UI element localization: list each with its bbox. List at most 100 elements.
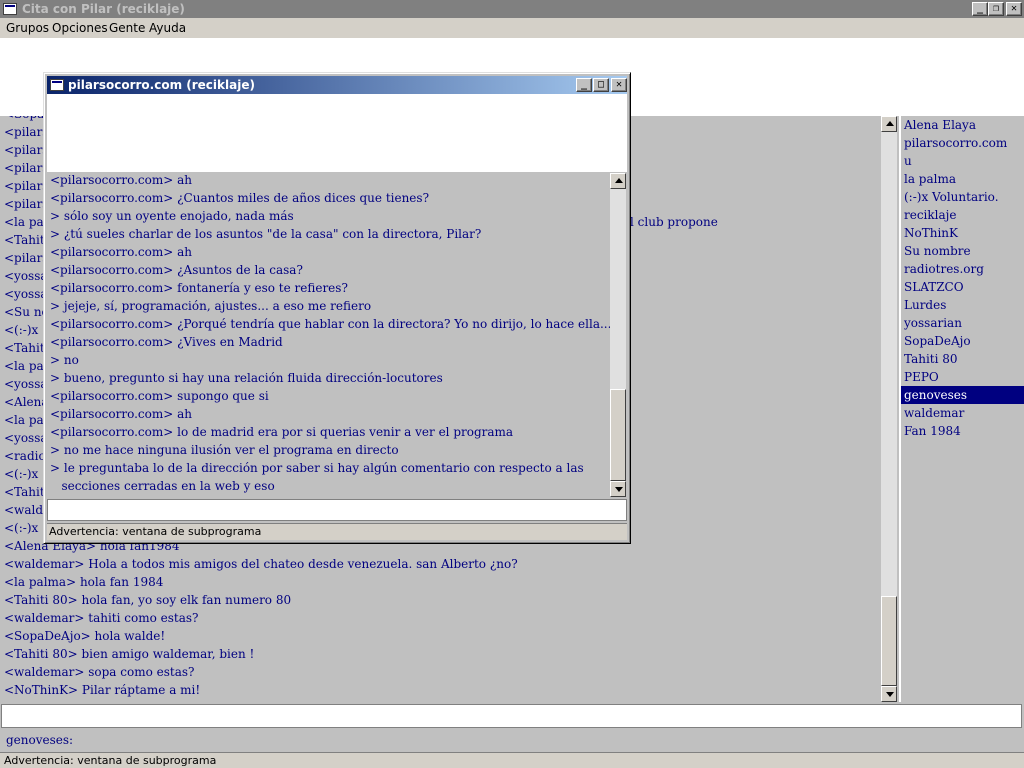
private-chat-line: > sólo soy un oyente enojado, nada más <box>50 209 294 223</box>
menu-gente[interactable]: Gente <box>109 21 145 35</box>
status-text: Advertencia: ventana de subprograma <box>4 754 217 767</box>
user-list-item[interactable]: Fan 1984 <box>901 422 1024 440</box>
private-chat-line: <pilarsocorro.com> lo de madrid era por … <box>50 425 514 439</box>
user-list-item[interactable]: NoThinK <box>901 224 1024 242</box>
chat-line: <(:-)x <box>4 521 39 535</box>
private-chat-line: > no <box>50 353 79 367</box>
chat-line: <yossa <box>4 431 48 445</box>
chat-line: <NoThinK> Pilar ráptame a mi! <box>4 683 201 697</box>
scroll-up-icon[interactable] <box>881 116 897 132</box>
chat-line: <waldemar> Hola a todos mis amigos del c… <box>4 557 518 571</box>
chat-line: <Tahiti <box>4 485 49 499</box>
private-chat-line: <pilarsocorro.com> supongo que si <box>50 389 269 403</box>
private-chat-banner <box>47 94 627 172</box>
chat-line: <la pal <box>4 215 48 229</box>
private-chat-title: pilarsocorro.com (reciklaje) <box>68 78 255 92</box>
user-list-item[interactable]: yossarian <box>901 314 1024 332</box>
scroll-thumb[interactable] <box>610 389 626 481</box>
private-chat-line: <pilarsocorro.com> ah <box>50 245 193 259</box>
chat-line: <pilars <box>4 125 49 139</box>
message-input[interactable] <box>1 704 1022 728</box>
user-list-item[interactable]: pilarsocorro.com <box>901 134 1024 152</box>
private-chat-line: > le preguntaba lo de la dirección por s… <box>50 461 584 475</box>
chat-line: <la palma> hola fan 1984 <box>4 575 164 589</box>
private-chat-line: <pilarsocorro.com> ah <box>50 173 193 187</box>
private-chat-line: <pilarsocorro.com> fontanería y eso te r… <box>50 281 348 295</box>
scroll-up-icon[interactable] <box>610 173 626 189</box>
private-message-input[interactable] <box>47 499 627 521</box>
subwindow-icon <box>50 79 64 91</box>
private-chat-line: > no me hace ninguna ilusión ver el prog… <box>50 443 399 457</box>
subwindow-maximize-button[interactable]: □ <box>593 78 609 92</box>
chat-partial-fragment: l club propone <box>630 215 718 229</box>
user-list-item[interactable]: SopaDeAjo <box>901 332 1024 350</box>
private-chat-line: <pilarsocorro.com> ¿Cuantos miles de año… <box>50 191 430 205</box>
user-list-item[interactable]: Lurdes <box>901 296 1024 314</box>
chat-line: <Tahiti 80> hola fan, yo soy elk fan num… <box>4 593 292 607</box>
chat-line: <Tahiti <box>4 341 49 355</box>
private-chat-line: <pilarsocorro.com> ¿Asuntos de la casa? <box>50 263 303 277</box>
user-list-item[interactable]: reciklaje <box>901 206 1024 224</box>
chat-line: <pilars <box>4 179 49 193</box>
chat-line: <yossa <box>4 287 48 301</box>
private-chat-scrollbar[interactable] <box>610 173 626 497</box>
chat-line: <waldemar> tahiti como estas? <box>4 611 199 625</box>
app-window-icon <box>3 3 17 15</box>
user-list-item[interactable]: la palma <box>901 170 1024 188</box>
chat-line: <Tahiti <box>4 233 49 247</box>
scroll-down-icon[interactable] <box>881 686 897 702</box>
subwindow-close-button[interactable]: ✕ <box>611 78 627 92</box>
private-chat-line: > jejeje, sí, programación, ajustes... a… <box>50 299 372 313</box>
private-chat-line: <pilarsocorro.com> ¿Vives en Madrid <box>50 335 283 349</box>
scroll-thumb[interactable] <box>881 596 897 686</box>
chat-line: <la pal <box>4 413 48 427</box>
chat-line: <SopaDeAjo> hola walde! <box>4 629 166 643</box>
private-chat-line: <pilarsocorro.com> ¿Porqué tendría que h… <box>50 317 610 331</box>
user-list[interactable]: Alena Elaya pilarsocorro.com u la palma (:-)… <box>899 116 1024 702</box>
chat-line: <(:-)x <box>4 467 39 481</box>
user-list-item[interactable]: waldemar <box>901 404 1024 422</box>
user-list-item[interactable]: SLATZCO <box>901 278 1024 296</box>
user-list-item[interactable]: Tahiti 80 <box>901 350 1024 368</box>
menu-grupos[interactable]: Grupos <box>6 21 49 35</box>
restore-button[interactable]: ❐ <box>988 2 1004 16</box>
private-chat-line: > bueno, pregunto si hay una relación fl… <box>50 371 443 385</box>
user-list-item[interactable]: radiotres.org <box>901 260 1024 278</box>
user-list-item[interactable]: Alena Elaya <box>901 116 1024 134</box>
private-chat-window[interactable]: pilarsocorro.com (reciklaje) _ □ ✕ <pila… <box>43 72 631 544</box>
chat-line: <Sopa <box>4 116 44 121</box>
main-window-title: Cita con Pilar (reciklaje) <box>22 2 185 16</box>
private-chat-line: > ¿tú sueles charlar de los asuntos "de … <box>50 227 482 241</box>
private-chat-line: <pilarsocorro.com> ah <box>50 407 193 421</box>
private-chat-log[interactable]: <pilarsocorro.com> ah <pilarsocorro.com> … <box>48 173 610 497</box>
private-chat-line: secciones cerradas en la web y eso <box>50 479 275 493</box>
chat-line: <pilars <box>4 161 49 175</box>
private-status-text: Advertencia: ventana de subprograma <box>49 525 262 538</box>
main-chat-scrollbar[interactable] <box>881 116 897 702</box>
subwindow-minimize-button[interactable]: _ <box>576 78 592 92</box>
chat-line: <Tahiti 80> bien amigo waldemar, bien ! <box>4 647 255 661</box>
user-list-item[interactable]: (:-)x Voluntario. <box>901 188 1024 206</box>
private-status-bar: Advertencia: ventana de subprograma <box>47 523 627 540</box>
minimize-button[interactable]: _ <box>972 2 988 16</box>
menu-ayuda[interactable]: Ayuda <box>149 21 186 35</box>
user-list-item[interactable]: genoveses <box>901 386 1024 404</box>
chat-line: <Alena <box>4 395 49 409</box>
chat-line: <(:-)x <box>4 323 39 337</box>
menu-opciones[interactable]: Opciones <box>52 21 108 35</box>
chat-line: <pilars <box>4 197 49 211</box>
chat-line: <pilars <box>4 251 49 265</box>
chat-line: <pilars <box>4 143 49 157</box>
close-button[interactable]: ✕ <box>1006 2 1022 16</box>
private-chat-title-bar[interactable]: pilarsocorro.com (reciklaje) _ □ ✕ <box>47 76 627 94</box>
menu-bar: Grupos Opciones Gente Ayuda <box>0 18 1024 38</box>
main-title-bar[interactable]: Cita con Pilar (reciklaje) _ ❐ ✕ <box>0 0 1024 18</box>
chat-line: <yossa <box>4 269 48 283</box>
nick-label: genoveses: <box>6 733 74 747</box>
user-list-item[interactable]: u <box>901 152 1024 170</box>
user-list-item[interactable]: PEPO <box>901 368 1024 386</box>
chat-line: <waldemar> sopa como estas? <box>4 665 195 679</box>
user-list-item[interactable]: Su nombre <box>901 242 1024 260</box>
scroll-down-icon[interactable] <box>610 481 626 497</box>
status-bar: Advertencia: ventana de subprograma <box>0 752 1024 768</box>
